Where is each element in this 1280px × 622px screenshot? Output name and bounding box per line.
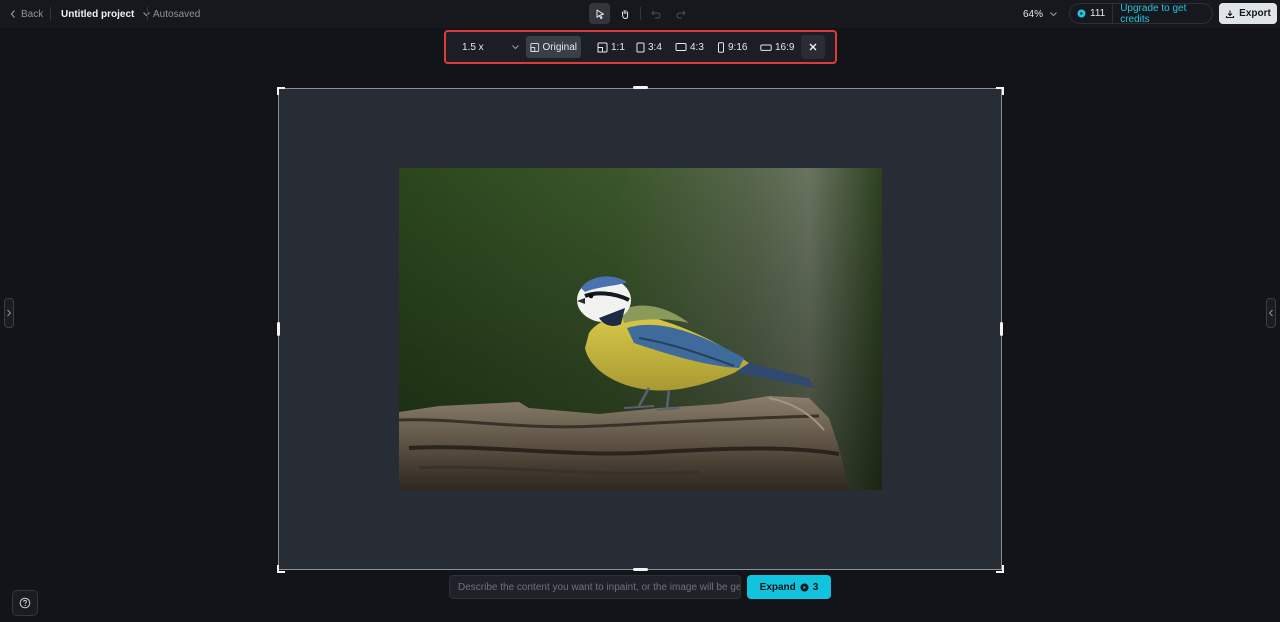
resize-handle-right[interactable] xyxy=(1000,322,1003,336)
ratio-option-16-9[interactable]: 16:9 xyxy=(756,36,798,58)
undo-button[interactable] xyxy=(645,3,666,24)
inpaint-prompt-input[interactable]: Describe the content you want to inpaint… xyxy=(449,575,741,599)
ratio-option-1-1[interactable]: 1:1 xyxy=(593,36,629,58)
chevron-right-icon xyxy=(7,309,12,317)
resize-handle-top[interactable] xyxy=(633,86,648,89)
chevron-down-icon xyxy=(1050,12,1057,17)
divider xyxy=(50,7,51,20)
back-label: Back xyxy=(21,8,44,20)
landscape-ratio-icon xyxy=(675,43,687,51)
right-panel-toggle[interactable] xyxy=(1266,298,1276,328)
credits-count-group: 111 xyxy=(1070,4,1114,23)
credits-pill: 111 Upgrade to get credits xyxy=(1069,3,1213,25)
ratio-option-3-4[interactable]: 3:4 xyxy=(632,36,666,58)
resize-handle-top-right[interactable] xyxy=(996,87,1004,95)
back-button[interactable]: Back xyxy=(9,6,43,22)
resize-handle-bottom-right[interactable] xyxy=(996,565,1004,573)
expand-cost: 3 xyxy=(812,581,819,593)
credits-count: 111 xyxy=(1090,8,1106,19)
original-ratio-icon xyxy=(530,42,540,52)
autosave-status: Autosaved xyxy=(153,8,201,20)
ratio-option-4-3[interactable]: 4:3 xyxy=(671,36,708,58)
zoom-level: 64% xyxy=(1023,8,1044,20)
scale-dropdown[interactable]: 1.5 x xyxy=(458,36,524,58)
divider xyxy=(640,7,641,20)
wide-ratio-icon xyxy=(760,44,772,51)
chevron-left-icon xyxy=(1268,309,1273,317)
aspect-ratio-toolbar: 1.5 x Original 1:1 3:4 4:3 9:16 16:9 xyxy=(444,30,837,64)
divider xyxy=(147,7,148,20)
resize-handle-bottom-left[interactable] xyxy=(277,565,285,573)
select-tool-button[interactable] xyxy=(589,3,610,24)
project-title: Untitled project xyxy=(61,8,135,20)
left-panel-toggle[interactable] xyxy=(4,298,14,328)
ratio-option-9-16[interactable]: 9:16 xyxy=(713,36,751,58)
top-bar: Back Untitled project Autosaved 64% 111 … xyxy=(0,0,1280,28)
redo-icon xyxy=(675,10,686,18)
credit-coin-icon xyxy=(800,583,809,591)
ratio-option-label: 1:1 xyxy=(611,41,625,53)
square-ratio-icon xyxy=(597,42,608,52)
hand-tool-button[interactable] xyxy=(614,3,635,24)
question-icon xyxy=(19,597,31,609)
source-image xyxy=(399,168,882,490)
zoom-dropdown[interactable]: 64% xyxy=(1023,6,1058,22)
cursor-icon xyxy=(596,9,604,19)
ratio-option-label: 9:16 xyxy=(728,41,748,53)
close-icon xyxy=(809,43,817,51)
upgrade-link[interactable]: Upgrade to get credits xyxy=(1113,3,1212,25)
tall-ratio-icon xyxy=(718,41,724,53)
chevron-down-icon xyxy=(512,45,519,50)
ratio-option-original[interactable]: Original xyxy=(526,36,581,58)
resize-handle-top-left[interactable] xyxy=(277,87,285,95)
hand-icon xyxy=(621,9,628,19)
export-button[interactable]: Export xyxy=(1219,3,1277,24)
undo-icon xyxy=(650,10,661,18)
resize-handle-left[interactable] xyxy=(277,322,280,336)
credit-coin-icon xyxy=(1077,9,1086,18)
bird-photo-illustration xyxy=(399,168,882,490)
chevron-left-icon xyxy=(10,10,15,18)
portrait-ratio-icon xyxy=(636,42,645,52)
project-title-menu[interactable]: Untitled project xyxy=(61,6,151,22)
ratio-option-label: 4:3 xyxy=(690,41,704,53)
ratio-option-label: 16:9 xyxy=(775,41,795,53)
export-label: Export xyxy=(1239,8,1271,19)
expand-label: Expand xyxy=(759,581,796,593)
ratio-option-label: 3:4 xyxy=(648,41,662,53)
help-button[interactable] xyxy=(12,590,38,616)
ratio-option-label: Original xyxy=(542,41,577,53)
close-button[interactable] xyxy=(801,35,825,59)
redo-button[interactable] xyxy=(670,3,691,24)
resize-handle-bottom[interactable] xyxy=(633,568,648,571)
scale-value: 1.5 x xyxy=(462,41,484,53)
download-icon xyxy=(1226,10,1235,18)
expand-button[interactable]: Expand 3 xyxy=(747,575,831,599)
